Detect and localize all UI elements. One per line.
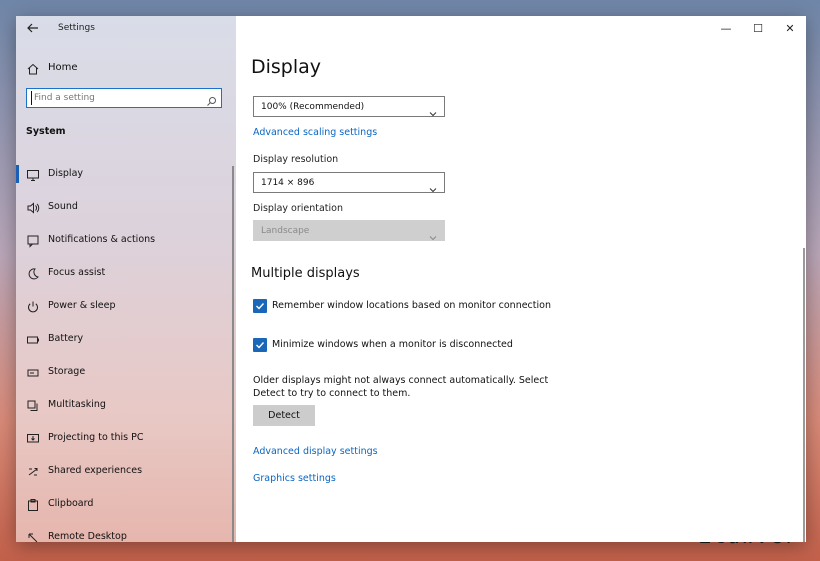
moon-icon bbox=[26, 266, 40, 280]
back-arrow-icon[interactable] bbox=[26, 21, 40, 35]
sidebar-item-projecting[interactable]: Projecting to this PC bbox=[16, 422, 236, 455]
sidebar-item-storage[interactable]: Storage bbox=[16, 356, 236, 389]
minimize-button[interactable]: — bbox=[710, 16, 742, 42]
resolution-dropdown[interactable]: 1714 × 896 bbox=[253, 172, 445, 193]
projecting-icon bbox=[26, 431, 40, 445]
sidebar-item-label: Display bbox=[48, 168, 84, 179]
sidebar-item-label: Focus assist bbox=[48, 267, 106, 278]
scale-value: 100% (Recommended) bbox=[261, 102, 365, 112]
chevron-down-icon bbox=[429, 103, 437, 117]
graphics-settings-link[interactable]: Graphics settings bbox=[253, 473, 336, 484]
sidebar-item-notifications[interactable]: Notifications & actions bbox=[16, 224, 236, 257]
advanced-display-link[interactable]: Advanced display settings bbox=[253, 446, 378, 457]
advanced-scaling-link[interactable]: Advanced scaling settings bbox=[253, 127, 377, 138]
monitor-icon bbox=[26, 167, 40, 181]
scale-dropdown[interactable]: 100% (Recommended) bbox=[253, 96, 445, 117]
sidebar-item-label: Power & sleep bbox=[48, 300, 116, 311]
sidebar-item-label: Shared experiences bbox=[48, 465, 143, 476]
orientation-label: Display orientation bbox=[253, 203, 344, 214]
speaker-icon bbox=[26, 200, 40, 214]
sidebar-item-sound[interactable]: Sound bbox=[16, 191, 236, 224]
home-nav-item[interactable]: Home bbox=[26, 59, 226, 79]
search-box[interactable] bbox=[26, 88, 222, 108]
sidebar-item-battery[interactable]: Battery bbox=[16, 323, 236, 356]
sidebar-item-label: Storage bbox=[48, 366, 86, 377]
sidebar-item-label: Battery bbox=[48, 333, 84, 344]
sidebar-item-label: Sound bbox=[48, 201, 78, 212]
orientation-dropdown: Landscape bbox=[253, 220, 445, 241]
clipboard-icon bbox=[26, 497, 40, 511]
sidebar: Settings Home System Display bbox=[16, 16, 236, 542]
settings-window: Settings Home System Display bbox=[16, 16, 806, 542]
chevron-down-icon bbox=[429, 227, 437, 241]
content-scrollbar[interactable] bbox=[803, 248, 805, 542]
home-icon bbox=[26, 61, 40, 75]
resolution-value: 1714 × 896 bbox=[261, 178, 315, 188]
sidebar-item-power-sleep[interactable]: Power & sleep bbox=[16, 290, 236, 323]
multitasking-icon bbox=[26, 398, 40, 412]
storage-icon bbox=[26, 365, 40, 379]
older-displays-note: Older displays might not always connect … bbox=[253, 375, 549, 399]
power-icon bbox=[26, 299, 40, 313]
page-title: Display bbox=[251, 56, 322, 78]
battery-icon bbox=[26, 332, 40, 346]
detect-button[interactable]: Detect bbox=[253, 405, 315, 426]
close-button[interactable]: ✕ bbox=[774, 16, 806, 42]
remember-locations-label: Remember window locations based on monit… bbox=[272, 300, 551, 311]
multiple-displays-heading: Multiple displays bbox=[251, 266, 360, 281]
sidebar-scrollbar[interactable] bbox=[232, 166, 234, 542]
sidebar-item-label: Projecting to this PC bbox=[48, 432, 144, 443]
sidebar-item-display[interactable]: Display bbox=[16, 158, 236, 191]
sidebar-item-label: Notifications & actions bbox=[48, 234, 156, 245]
search-input[interactable] bbox=[31, 91, 206, 105]
resolution-label: Display resolution bbox=[253, 154, 339, 165]
remember-locations-checkbox[interactable] bbox=[253, 299, 267, 313]
sidebar-item-focus-assist[interactable]: Focus assist bbox=[16, 257, 236, 290]
sidebar-item-clipboard[interactable]: Clipboard bbox=[16, 488, 236, 521]
sidebar-item-multitasking[interactable]: Multitasking bbox=[16, 389, 236, 422]
maximize-button[interactable]: ☐ bbox=[742, 16, 774, 42]
sidebar-nav: Display Sound Notifications & actions Fo… bbox=[16, 158, 236, 542]
app-title: Settings bbox=[58, 23, 95, 33]
chevron-down-icon bbox=[429, 179, 437, 193]
home-label: Home bbox=[48, 62, 78, 73]
sidebar-item-remote-desktop[interactable]: Remote Desktop bbox=[16, 521, 236, 542]
sidebar-item-label: Multitasking bbox=[48, 399, 106, 410]
title-bar: Settings bbox=[16, 16, 236, 42]
notification-icon bbox=[26, 233, 40, 248]
sidebar-item-label: Clipboard bbox=[48, 498, 94, 509]
sidebar-item-shared-experiences[interactable]: Shared experiences bbox=[16, 455, 236, 488]
remote-desktop-icon bbox=[26, 530, 40, 542]
sidebar-item-label: Remote Desktop bbox=[48, 531, 127, 542]
search-icon[interactable] bbox=[206, 92, 217, 106]
minimize-windows-label: Minimize windows when a monitor is disco… bbox=[272, 339, 513, 350]
section-label-system: System bbox=[26, 126, 66, 137]
shared-icon bbox=[26, 464, 40, 478]
selection-indicator bbox=[16, 165, 19, 183]
minimize-windows-checkbox[interactable] bbox=[253, 338, 267, 352]
main-content: — ☐ ✕ Display 100% (Recommended) Advance… bbox=[236, 16, 806, 542]
orientation-value: Landscape bbox=[261, 226, 310, 236]
